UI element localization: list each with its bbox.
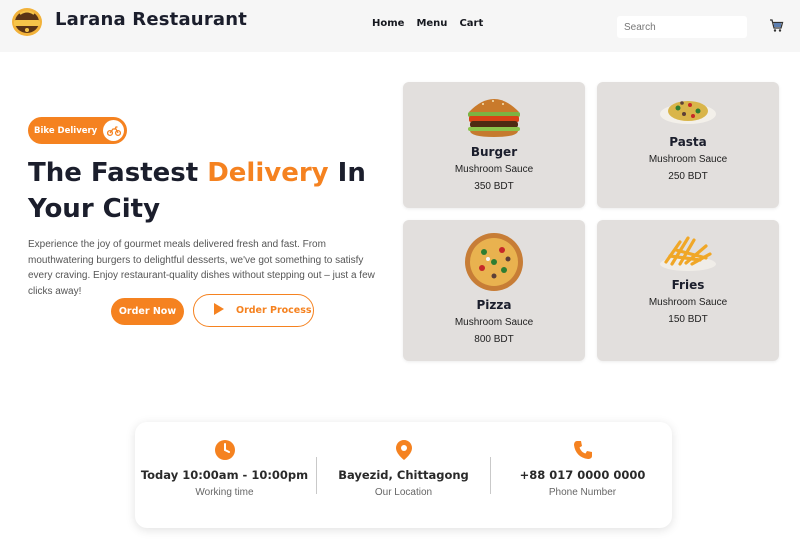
info-phone: +88 017 0000 0000 Phone Number	[493, 422, 672, 528]
nav-menu[interactable]: Menu	[416, 18, 447, 29]
food-name: Pizza	[476, 298, 512, 312]
food-sauce: Mushroom Sauce	[648, 297, 728, 308]
info-bar: Today 10:00am - 10:00pm Working time Bay…	[135, 422, 672, 528]
play-icon	[214, 303, 224, 318]
hero-headline: The Fastest Delivery In Your City	[28, 155, 388, 227]
info-value: Bayezid, Chittagong	[338, 468, 469, 482]
info-working-time: Today 10:00am - 10:00pm Working time	[135, 422, 314, 528]
bike-delivery-badge: Bike Delivery	[28, 117, 127, 144]
phone-icon	[572, 439, 594, 461]
food-sauce: Mushroom Sauce	[648, 154, 728, 165]
food-price: 150 BDT	[668, 314, 708, 325]
food-name: Fries	[671, 278, 705, 292]
info-value: Today 10:00am - 10:00pm	[140, 468, 309, 482]
site-header: Larana Restaurant Home Menu Cart	[0, 0, 800, 52]
clock-icon	[214, 439, 236, 461]
food-name: Burger	[470, 145, 518, 159]
info-label: Our Location	[374, 487, 433, 498]
pizza-image	[464, 232, 524, 297]
food-price: 800 BDT	[474, 334, 514, 345]
headline-accent: Delivery	[207, 158, 329, 188]
nav-cart[interactable]: Cart	[459, 18, 483, 29]
burger-image	[463, 92, 525, 143]
info-label: Working time	[195, 487, 254, 498]
cart-icon[interactable]	[769, 18, 784, 33]
badge-label: Bike Delivery	[34, 125, 98, 136]
divider	[490, 457, 491, 494]
food-sauce: Mushroom Sauce	[454, 164, 534, 175]
nav-home[interactable]: Home	[372, 18, 404, 29]
location-pin-icon	[393, 439, 415, 461]
search-input[interactable]	[617, 16, 747, 38]
restaurant-logo[interactable]	[11, 7, 43, 37]
motorbike-icon	[103, 120, 124, 141]
info-label: Phone Number	[548, 487, 617, 498]
food-card-pizza[interactable]: Pizza Mushroom Sauce 800 BDT	[403, 220, 585, 361]
fries-image	[658, 232, 718, 277]
order-process-button[interactable]: Order Process	[193, 294, 314, 327]
pasta-image	[658, 92, 718, 131]
headline-part1: The Fastest	[28, 158, 208, 188]
brand-name[interactable]: Larana Restaurant	[55, 9, 247, 30]
order-process-label: Order Process	[236, 305, 312, 316]
food-sauce: Mushroom Sauce	[454, 317, 534, 328]
food-card-burger[interactable]: Burger Mushroom Sauce 350 BDT	[403, 82, 585, 208]
food-price: 250 BDT	[668, 171, 708, 182]
food-card-fries[interactable]: Fries Mushroom Sauce 150 BDT	[597, 220, 779, 361]
food-card-pasta[interactable]: Pasta Mushroom Sauce 250 BDT	[597, 82, 779, 208]
info-value: +88 017 0000 0000	[519, 468, 646, 482]
hero-description: Experience the joy of gourmet meals deli…	[28, 239, 375, 297]
food-price: 350 BDT	[474, 181, 514, 192]
info-location: Bayezid, Chittagong Our Location	[314, 422, 493, 528]
main-nav: Home Menu Cart	[372, 18, 483, 29]
food-name: Pasta	[669, 135, 707, 149]
order-now-button[interactable]: Order Now	[111, 298, 184, 325]
